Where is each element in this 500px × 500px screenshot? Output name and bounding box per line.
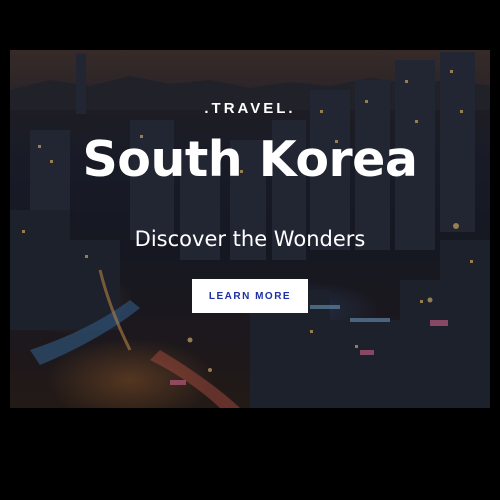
learn-more-button[interactable]: LEARN MORE xyxy=(192,279,308,313)
eyebrow-label: .TRAVEL. xyxy=(204,100,296,117)
hero-banner: .TRAVEL. South Korea Discover the Wonder… xyxy=(10,50,490,408)
hero-subtitle: Discover the Wonders xyxy=(134,227,366,251)
hero-content: .TRAVEL. South Korea Discover the Wonder… xyxy=(10,50,490,408)
hero-title: South Korea xyxy=(82,131,418,188)
